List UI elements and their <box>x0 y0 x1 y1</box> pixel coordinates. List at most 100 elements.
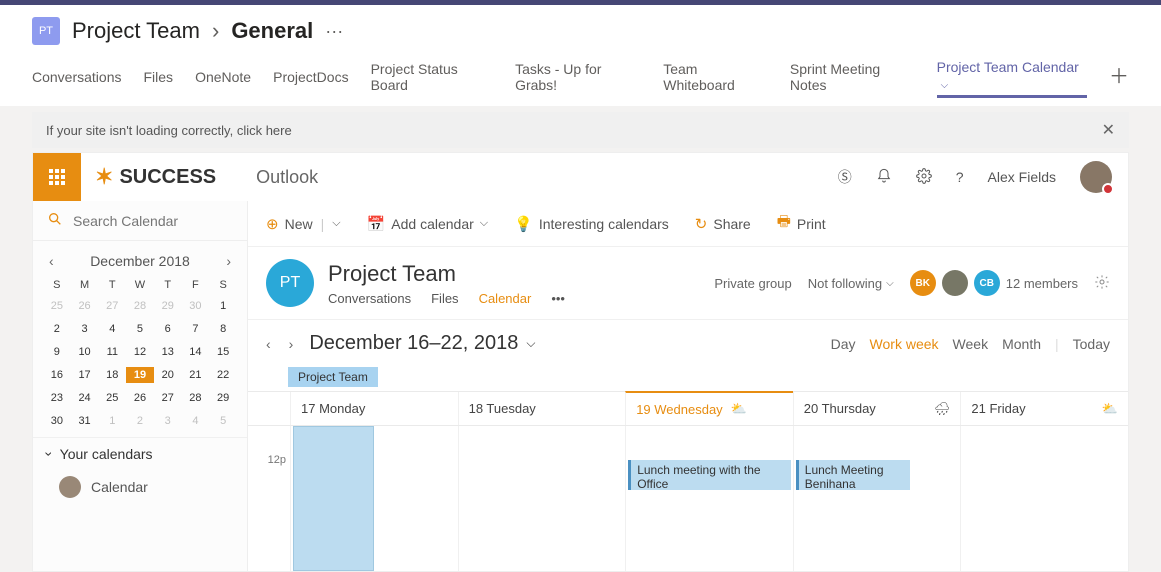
mini-cal-day[interactable]: 25 <box>43 298 71 314</box>
team-name[interactable]: Project Team <box>72 18 200 44</box>
date-range-picker[interactable]: December 16–22, 2018 ⌵ <box>309 332 535 355</box>
mini-cal-day[interactable]: 7 <box>182 321 210 337</box>
mini-cal-day[interactable]: 28 <box>126 298 154 314</box>
team-badge[interactable]: PT <box>32 17 60 45</box>
member-chip[interactable]: CB <box>974 270 1000 296</box>
tab-conversations[interactable]: Conversations <box>32 65 122 89</box>
mini-cal-day[interactable]: 29 <box>154 298 182 314</box>
prev-month-icon[interactable]: ‹ <box>49 253 54 269</box>
tab-tasks[interactable]: Tasks - Up for Grabs! <box>515 57 641 97</box>
mini-cal-day[interactable]: 27 <box>154 390 182 406</box>
mini-cal-day[interactable]: 17 <box>71 367 99 383</box>
mini-cal-day[interactable]: 27 <box>98 298 126 314</box>
mini-cal-day[interactable]: 4 <box>182 413 210 429</box>
channel-more-icon[interactable]: ··· <box>325 21 343 42</box>
member-chip[interactable]: BK <box>910 270 936 296</box>
mini-cal-day[interactable]: 12 <box>126 344 154 360</box>
print-button[interactable]: 🖶 Print <box>777 211 826 236</box>
mini-cal-day[interactable]: 18 <box>98 367 126 383</box>
mini-cal-day[interactable]: 30 <box>182 298 210 314</box>
group-tab-conversations[interactable]: Conversations <box>328 291 411 306</box>
mini-cal-day[interactable]: 13 <box>154 344 182 360</box>
day-header-mon[interactable]: 17 Monday <box>290 392 458 425</box>
avatar[interactable] <box>1080 161 1112 193</box>
mini-cal-day[interactable]: 10 <box>71 344 99 360</box>
mini-cal-day[interactable]: 8 <box>209 321 237 337</box>
site-loading-notice[interactable]: If your site isn't loading correctly, cl… <box>32 112 1129 148</box>
day-header-fri[interactable]: 21 Friday ⛅ <box>960 392 1128 425</box>
mini-cal-day[interactable]: 20 <box>154 367 182 383</box>
search-calendar[interactable] <box>33 201 247 241</box>
event-lunch-benihana[interactable]: Lunch Meeting Benihana <box>796 460 911 490</box>
add-tab-button[interactable]: ＋ <box>1109 70 1129 84</box>
gear-icon[interactable] <box>1094 274 1110 293</box>
tab-onenote[interactable]: OneNote <box>195 65 251 89</box>
next-month-icon[interactable]: › <box>226 253 231 269</box>
new-button[interactable]: ⊕ New | ⌵ <box>266 215 341 233</box>
mini-cal-day[interactable]: 23 <box>43 390 71 406</box>
group-privacy[interactable]: Private group <box>714 276 791 291</box>
group-more-icon[interactable]: ••• <box>551 291 565 306</box>
mini-cal-day[interactable]: 9 <box>43 344 71 360</box>
day-cell-wed[interactable]: Lunch meeting with the Office <box>625 426 793 571</box>
mini-cal-day[interactable]: 3 <box>154 413 182 429</box>
tab-team-whiteboard[interactable]: Team Whiteboard <box>663 57 768 97</box>
mini-cal-day[interactable]: 11 <box>98 344 126 360</box>
tab-files[interactable]: Files <box>144 65 174 89</box>
member-count[interactable]: 12 members <box>1006 276 1078 291</box>
mini-cal-day[interactable]: 5 <box>126 321 154 337</box>
help-icon[interactable]: ? <box>956 169 964 185</box>
mini-cal-day[interactable]: 4 <box>98 321 126 337</box>
skype-icon[interactable]: Ⓢ <box>838 167 852 187</box>
day-cell-mon[interactable] <box>290 426 458 571</box>
group-follow-toggle[interactable]: Not following ⌵ <box>808 276 894 291</box>
group-members[interactable]: BK CB 12 members <box>910 270 1078 296</box>
mini-cal-day[interactable]: 14 <box>182 344 210 360</box>
your-calendars-toggle[interactable]: › Your calendars <box>33 438 247 470</box>
mini-cal-day[interactable]: 2 <box>43 321 71 337</box>
view-week[interactable]: Week <box>953 336 989 352</box>
interesting-calendars-button[interactable]: 💡 Interesting calendars <box>514 215 669 233</box>
day-cell-tue[interactable] <box>458 426 626 571</box>
mini-cal-day[interactable]: 26 <box>71 298 99 314</box>
tab-sprint-notes[interactable]: Sprint Meeting Notes <box>790 57 915 97</box>
tab-project-team-calendar[interactable]: Project Team Calendar ⌵ <box>937 55 1087 98</box>
day-cell-thu[interactable]: Lunch Meeting Benihana <box>793 426 961 571</box>
share-button[interactable]: ↻ Share <box>695 215 751 233</box>
view-month[interactable]: Month <box>1002 336 1041 352</box>
mini-cal-day[interactable]: 19 <box>126 367 154 383</box>
view-day[interactable]: Day <box>831 336 856 352</box>
mini-cal-day[interactable]: 16 <box>43 367 71 383</box>
mini-cal-day[interactable]: 3 <box>71 321 99 337</box>
member-chip[interactable] <box>942 270 968 296</box>
mini-cal-day[interactable]: 29 <box>209 390 237 406</box>
mini-cal-day[interactable]: 31 <box>71 413 99 429</box>
view-work-week[interactable]: Work week <box>870 336 939 352</box>
mini-cal-day[interactable]: 2 <box>126 413 154 429</box>
mini-cal-day[interactable]: 26 <box>126 390 154 406</box>
close-icon[interactable]: ✕ <box>1102 120 1115 140</box>
mini-cal-day[interactable]: 24 <box>71 390 99 406</box>
next-week-icon[interactable]: › <box>289 336 294 352</box>
tab-project-status-board[interactable]: Project Status Board <box>371 57 493 97</box>
calendar-list-item[interactable]: Calendar <box>33 470 247 504</box>
group-tab-calendar[interactable]: Calendar <box>479 291 532 306</box>
day-header-thu[interactable]: 20 Thursday 🌧 <box>793 392 961 425</box>
calendar-grid[interactable]: 12p Lunch meeting with the Office Lunch … <box>248 426 1128 571</box>
search-input[interactable] <box>73 213 213 229</box>
prev-week-icon[interactable]: ‹ <box>266 336 271 352</box>
day-cell-fri[interactable] <box>960 426 1128 571</box>
event-lunch-office[interactable]: Lunch meeting with the Office <box>628 460 791 490</box>
notifications-icon[interactable] <box>876 168 892 187</box>
mini-cal-day[interactable]: 28 <box>182 390 210 406</box>
mini-cal-day[interactable]: 1 <box>98 413 126 429</box>
mini-cal-month[interactable]: December 2018 <box>90 253 190 269</box>
mini-cal-day[interactable]: 6 <box>154 321 182 337</box>
mini-cal-day[interactable]: 25 <box>98 390 126 406</box>
mini-cal-day[interactable]: 15 <box>209 344 237 360</box>
app-launcher-icon[interactable] <box>33 153 81 201</box>
calendar-chip[interactable]: Project Team <box>288 367 378 387</box>
add-calendar-button[interactable]: 📅 Add calendar ⌵ <box>367 215 489 233</box>
mini-cal-day[interactable]: 30 <box>43 413 71 429</box>
mini-cal-day[interactable]: 22 <box>209 367 237 383</box>
